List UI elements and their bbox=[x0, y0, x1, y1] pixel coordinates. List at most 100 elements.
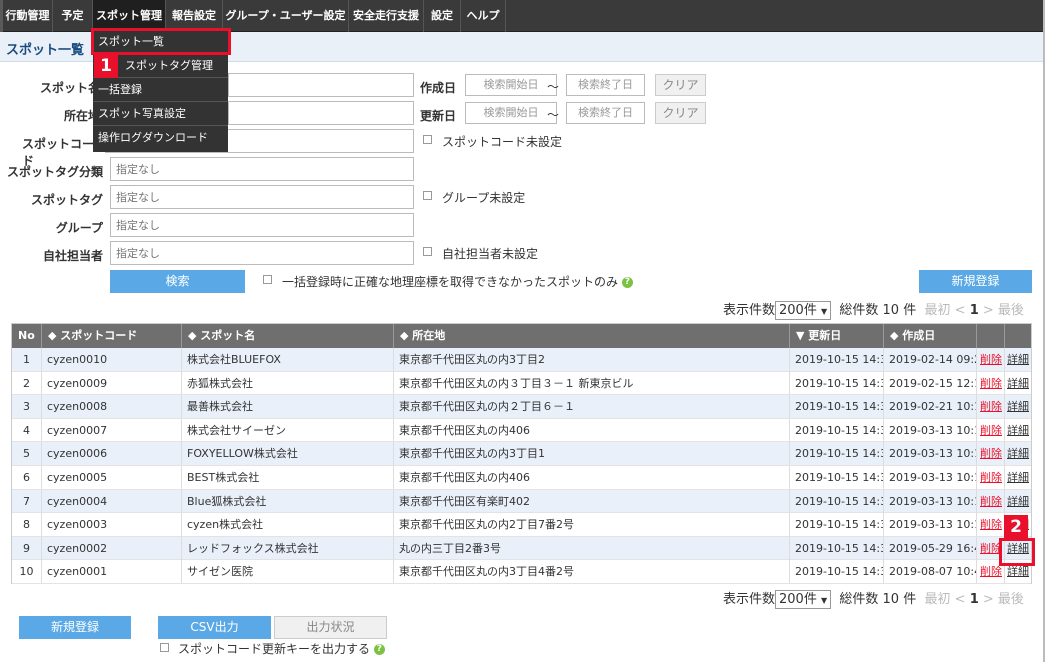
cell-updated: 2019-10-15 14:35 bbox=[790, 348, 884, 371]
cell-no: 4 bbox=[12, 418, 42, 442]
geo-failed-label: 一括登録時に正確な地理座標を取得できなかったスポットのみ ? bbox=[282, 273, 633, 290]
total-count: 総件数 10 件 bbox=[839, 303, 917, 318]
cell-delete: 削除 bbox=[977, 513, 1005, 537]
delete-link[interactable]: 削除 bbox=[980, 471, 1002, 484]
help-icon[interactable]: ? bbox=[373, 644, 385, 655]
col-address[interactable]: ◆ 所在地 bbox=[394, 324, 790, 348]
col-created[interactable]: ◆ 作成日 bbox=[884, 324, 977, 348]
pager-first[interactable]: 最初 bbox=[924, 303, 950, 318]
update-key-checkbox[interactable] bbox=[160, 643, 169, 652]
dropdown-item-operation-log-download[interactable]: 操作ログダウンロード bbox=[93, 126, 228, 150]
cell-updated: 2019-10-15 14:35 bbox=[790, 560, 884, 584]
col-spot-code[interactable]: ◆ スポットコード bbox=[42, 324, 182, 348]
cell-detail: 詳細 bbox=[1005, 490, 1031, 513]
created-clear-button[interactable]: クリア bbox=[655, 74, 706, 96]
created-start-input[interactable]: 検索開始日 bbox=[465, 74, 557, 96]
cell-detail: 詳細 bbox=[1005, 348, 1031, 371]
group-unset-checkbox[interactable] bbox=[423, 191, 432, 200]
address-input[interactable] bbox=[228, 101, 414, 125]
cell-updated: 2019-10-15 14:35 bbox=[790, 418, 884, 442]
created-end-input[interactable]: 検索終了日 bbox=[566, 74, 645, 96]
cell-spot-code: cyzen0010 bbox=[42, 348, 182, 371]
dropdown-item-spot-photo-settings[interactable]: スポット写真設定 bbox=[93, 102, 228, 126]
nav-group-user-settings[interactable]: グループ・ユーザー設定 bbox=[223, 0, 349, 32]
cell-spot-code: cyzen0007 bbox=[42, 418, 182, 442]
detail-link[interactable]: 詳細 bbox=[1007, 424, 1029, 437]
updated-clear-button[interactable]: クリア bbox=[655, 102, 706, 124]
csv-export-button[interactable]: CSV出力 bbox=[158, 616, 271, 639]
cell-address: 東京都千代田区丸の内406 bbox=[394, 418, 790, 442]
spot-tag-input[interactable] bbox=[110, 185, 414, 209]
delete-link[interactable]: 削除 bbox=[980, 377, 1002, 390]
pager-next[interactable]: > bbox=[983, 592, 994, 607]
pager-last[interactable]: 最後 bbox=[998, 592, 1024, 607]
group-input[interactable] bbox=[110, 213, 414, 237]
new-register-button-bottom[interactable]: 新規登録 bbox=[19, 616, 131, 639]
nav-safe-driving[interactable]: 安全走行支援 bbox=[349, 0, 424, 32]
nav-schedule[interactable]: 予定 bbox=[53, 0, 93, 32]
new-register-button-top[interactable]: 新規登録 bbox=[919, 270, 1032, 293]
help-icon[interactable]: ? bbox=[621, 277, 633, 288]
col-spot-name[interactable]: ◆ スポット名 bbox=[182, 324, 394, 348]
table-row: 2 cyzen0009 赤狐株式会社 東京都千代田区丸の内３丁目３－１ 新東京ビル 20… bbox=[12, 371, 1031, 396]
staff-unset-checkbox[interactable] bbox=[423, 247, 432, 256]
pager-prev[interactable]: < bbox=[955, 303, 966, 318]
cell-created: 2019-03-13 10:12 bbox=[884, 442, 977, 466]
detail-link[interactable]: 詳細 bbox=[1007, 377, 1029, 390]
delete-link[interactable]: 削除 bbox=[980, 565, 1002, 578]
staff-input[interactable] bbox=[110, 241, 414, 265]
per-page-select[interactable]: 200件 ▼ bbox=[775, 301, 832, 320]
nav-settings[interactable]: 設定 bbox=[424, 0, 461, 32]
delete-link[interactable]: 削除 bbox=[980, 447, 1002, 460]
detail-link[interactable]: 詳細 bbox=[1007, 495, 1029, 508]
updated-start-input[interactable]: 検索開始日 bbox=[465, 102, 557, 124]
nav-activity[interactable]: 行動管理 bbox=[3, 0, 53, 32]
detail-link[interactable]: 詳細 bbox=[1007, 565, 1029, 578]
detail-link[interactable]: 詳細 bbox=[1007, 471, 1029, 484]
geo-failed-checkbox[interactable] bbox=[263, 275, 272, 284]
search-button[interactable]: 検索 bbox=[110, 270, 245, 293]
spot-tag-category-input[interactable] bbox=[110, 157, 414, 181]
table-row: 7 cyzen0004 Blue狐株式会社 東京都千代田区有楽町402 2019-10-… bbox=[12, 489, 1031, 514]
table-row: 10 cyzen0001 サイゼン医院 東京都千代田区丸の内3丁目4番2号 2019-1… bbox=[12, 560, 1031, 584]
cell-detail: 詳細 bbox=[1005, 442, 1031, 465]
cell-delete: 削除 bbox=[977, 371, 1005, 395]
cell-spot-name: 赤狐株式会社 bbox=[182, 371, 394, 395]
cell-spot-name: 株式会社サイーゼン bbox=[182, 418, 394, 442]
table-row: 6 cyzen0005 BEST株式会社 東京都千代田区丸の内406 2019-10-1… bbox=[12, 466, 1031, 490]
chevron-down-icon: ▼ bbox=[820, 596, 828, 605]
spot-code-unset-label: スポットコード未設定 bbox=[442, 135, 563, 149]
col-no[interactable]: No bbox=[12, 324, 42, 348]
cell-address: 東京都千代田区有楽町402 bbox=[394, 489, 790, 513]
pager-prev[interactable]: < bbox=[955, 592, 966, 607]
pager-last[interactable]: 最後 bbox=[998, 303, 1024, 318]
col-updated[interactable]: ▼ 更新日 bbox=[790, 324, 884, 348]
delete-link[interactable]: 削除 bbox=[980, 495, 1002, 508]
detail-link[interactable]: 詳細 bbox=[1007, 447, 1029, 460]
delete-link[interactable]: 削除 bbox=[980, 400, 1002, 413]
nav-help[interactable]: ヘルプ bbox=[461, 0, 506, 32]
delete-link[interactable]: 削除 bbox=[980, 353, 1002, 366]
cell-no: 10 bbox=[12, 560, 42, 584]
cell-address: 丸の内三丁目2番3号 bbox=[394, 536, 790, 560]
per-page-select[interactable]: 200件 ▼ bbox=[775, 590, 832, 609]
updated-end-input[interactable]: 検索終了日 bbox=[566, 102, 645, 124]
label-group: グループ bbox=[55, 221, 103, 235]
cell-created: 2019-02-21 10:10 bbox=[884, 395, 977, 419]
cell-no: 2 bbox=[12, 371, 42, 395]
dropdown-item-bulk-register[interactable]: 一括登録 bbox=[93, 78, 228, 102]
pager-first[interactable]: 最初 bbox=[924, 592, 950, 607]
delete-link[interactable]: 削除 bbox=[980, 424, 1002, 437]
table-row: 3 cyzen0008 最善株式会社 東京都千代田区丸の内２丁目６－１ 2019-10-… bbox=[12, 395, 1031, 419]
spot-name-input[interactable] bbox=[228, 73, 414, 97]
detail-link[interactable]: 詳細 bbox=[1007, 353, 1029, 366]
staff-unset-label: 自社担当者未設定 bbox=[442, 247, 539, 261]
detail-link[interactable]: 詳細 bbox=[1007, 400, 1029, 413]
cell-spot-code: cyzen0006 bbox=[42, 442, 182, 466]
export-status-button[interactable]: 出力状況 bbox=[274, 616, 387, 639]
pager-next[interactable]: > bbox=[983, 303, 994, 318]
delete-link[interactable]: 削除 bbox=[980, 518, 1002, 531]
spot-code-unset-checkbox[interactable] bbox=[423, 135, 432, 144]
cell-delete: 削除 bbox=[977, 348, 1005, 371]
cell-spot-code: cyzen0008 bbox=[42, 395, 182, 419]
